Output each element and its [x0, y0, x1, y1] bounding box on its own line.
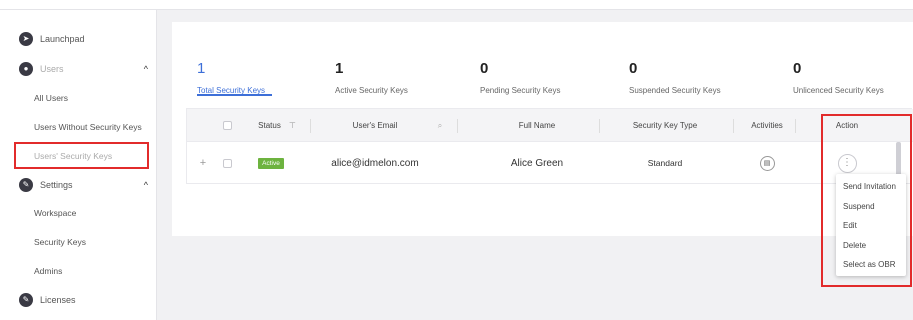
stat-active-underline [197, 94, 272, 96]
licenses-icon: ✎ [19, 293, 33, 307]
sidebar-item-all-users[interactable]: All Users [0, 87, 157, 109]
stat-value: 1 [197, 60, 206, 77]
cell-email: alice@idmelon.com [331, 157, 419, 169]
top-bar [0, 0, 913, 10]
stat-unlicenced-security-keys[interactable]: 0 Unlicenced Security Keys [793, 60, 884, 95]
menu-item-select-as-obr[interactable]: Select as OBR [843, 255, 905, 274]
main-card: 1 Total Security Keys 1 Active Security … [172, 22, 913, 236]
kebab-menu-icon[interactable]: ⋮ [837, 153, 857, 173]
column-label: Status [258, 121, 281, 130]
column-status[interactable]: Status ⊤ [247, 109, 307, 142]
menu-item-edit[interactable]: Edit [843, 216, 905, 235]
sidebar-item-launchpad[interactable]: ➤ Launchpad [0, 26, 157, 52]
sidebar-item-label: Security Keys [34, 237, 86, 247]
sidebar-item-security-keys[interactable]: Security Keys [0, 231, 157, 253]
stat-value: 0 [480, 60, 489, 77]
stat-active-security-keys[interactable]: 1 Active Security Keys [335, 60, 408, 95]
column-action[interactable]: Action [817, 109, 877, 142]
column-email[interactable]: User's Email [315, 109, 435, 142]
column-separator [310, 119, 311, 133]
sidebar-item-label: All Users [34, 93, 69, 103]
stat-value: 0 [629, 60, 638, 77]
table-row[interactable]: + Active alice@idmelon.com Alice Green S… [187, 142, 913, 184]
select-all-checkbox[interactable] [221, 109, 233, 142]
filter-icon[interactable]: ⊤ [289, 121, 296, 130]
sidebar: ➤ Launchpad ● Users ^ All Users Users Wi… [0, 10, 157, 320]
column-label: Activities [751, 121, 783, 130]
menu-item-delete[interactable]: Delete [843, 236, 905, 255]
stat-value: 0 [793, 60, 802, 77]
sidebar-item-admins[interactable]: Admins [0, 260, 157, 282]
users-icon: ● [19, 62, 33, 76]
stat-label: Unlicenced Security Keys [793, 86, 884, 95]
stat-value: 1 [335, 60, 344, 77]
chevron-up-icon[interactable]: ^ [144, 64, 148, 74]
column-key-type[interactable]: Security Key Type [605, 109, 725, 142]
table-scrollbar[interactable] [896, 142, 901, 178]
column-separator [599, 119, 600, 133]
sidebar-item-label: Launchpad [40, 34, 85, 44]
column-label: Security Key Type [632, 121, 698, 130]
stat-total-security-keys[interactable]: 1 Total Security Keys [197, 60, 265, 95]
sidebar-item-settings[interactable]: ✎ Settings ^ [0, 172, 157, 198]
column-label: Full Name [518, 121, 556, 130]
sidebar-item-workspace[interactable]: Workspace [0, 202, 157, 224]
search-icon[interactable]: ⌕ [430, 109, 450, 142]
sidebar-item-label: Users Without Security Keys [34, 122, 142, 132]
stat-pending-security-keys[interactable]: 0 Pending Security Keys [480, 60, 561, 95]
stat-label: Active Security Keys [335, 86, 408, 95]
action-dropdown-menu: Send Invitation Suspend Edit Delete Sele… [836, 174, 906, 276]
cell-key-type: Standard [647, 158, 683, 168]
column-separator [795, 119, 796, 133]
status-badge: Active [253, 142, 289, 184]
sidebar-item-label: Workspace [34, 208, 77, 218]
cell-activities: ▤ [737, 142, 797, 184]
row-checkbox[interactable] [221, 142, 233, 184]
chevron-up-icon[interactable]: ^ [144, 180, 148, 190]
column-separator [457, 119, 458, 133]
expand-row-icon[interactable]: + [197, 142, 209, 184]
menu-item-suspend[interactable]: Suspend [843, 197, 905, 216]
sidebar-item-label: Users [40, 64, 64, 74]
column-full-name[interactable]: Full Name [462, 109, 612, 142]
table-header: Status ⊤ User's Email ⌕ Full Name Securi… [187, 109, 913, 142]
sidebar-item-licenses[interactable]: ✎ Licenses [0, 287, 157, 313]
sidebar-item-users-without-keys[interactable]: Users Without Security Keys [0, 116, 157, 138]
cell-full-name: Alice Green [510, 157, 564, 169]
sidebar-item-label: Licenses [40, 295, 76, 305]
sidebar-item-label: Settings [40, 180, 73, 190]
sidebar-item-users-security-keys[interactable]: Users' Security Keys [0, 145, 157, 167]
rocket-icon: ➤ [19, 32, 33, 46]
column-activities[interactable]: Activities [737, 109, 797, 142]
sidebar-item-label: Admins [34, 266, 63, 276]
sidebar-item-users[interactable]: ● Users ^ [0, 56, 157, 82]
sidebar-item-label: Users' Security Keys [34, 151, 113, 161]
activities-icon[interactable]: ▤ [759, 155, 775, 171]
column-separator [733, 119, 734, 133]
column-label: User's Email [352, 121, 398, 130]
settings-icon: ✎ [19, 178, 33, 192]
stat-label: Pending Security Keys [480, 86, 561, 95]
stat-suspended-security-keys[interactable]: 0 Suspended Security Keys [629, 60, 721, 95]
stat-label: Suspended Security Keys [629, 86, 721, 95]
column-label: Action [835, 121, 859, 130]
menu-item-send-invitation[interactable]: Send Invitation [843, 177, 905, 196]
security-keys-table: Status ⊤ User's Email ⌕ Full Name Securi… [186, 108, 913, 184]
